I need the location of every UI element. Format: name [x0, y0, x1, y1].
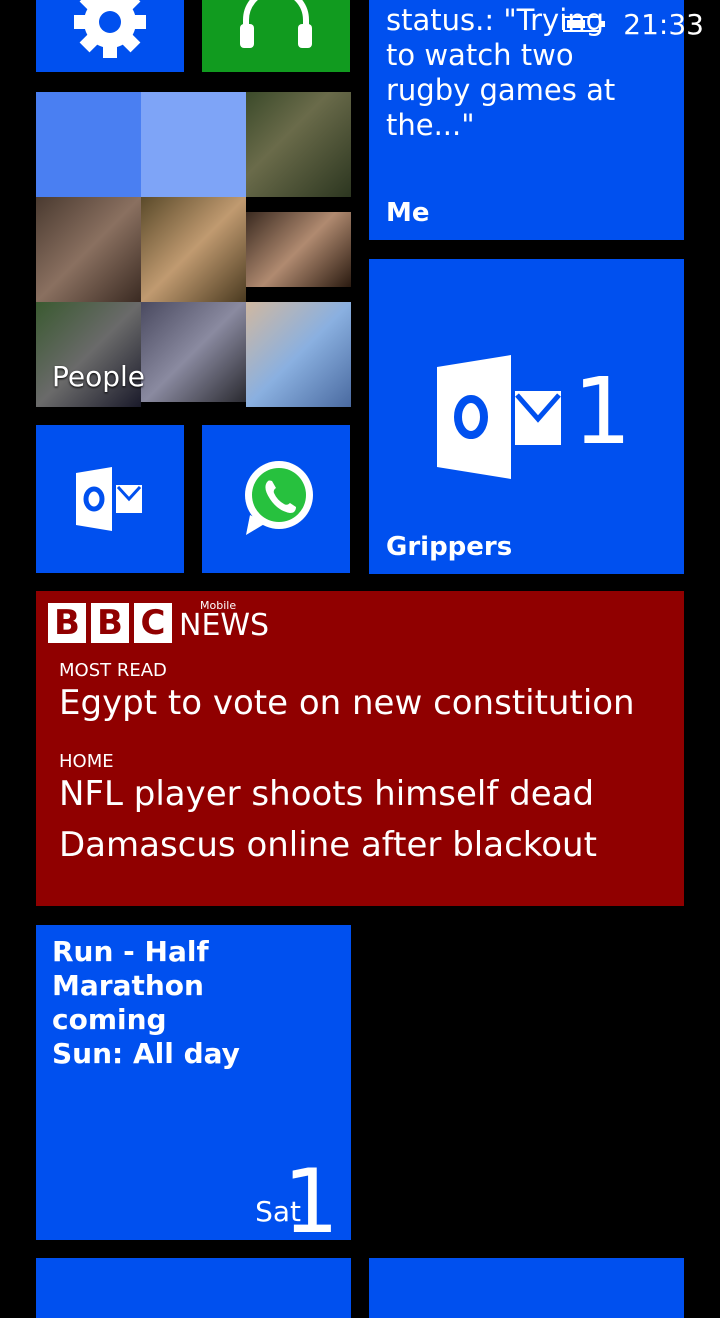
- photo-person: [141, 197, 246, 302]
- calendar-day-number: 1: [283, 1150, 339, 1241]
- photo-person: [36, 197, 141, 302]
- calendar-event: Run - Half Marathon coming Sun: All day: [52, 935, 351, 1071]
- settings-tile[interactable]: [36, 0, 184, 72]
- grippers-tile[interactable]: 1 Grippers: [369, 259, 684, 574]
- whatsapp-tile[interactable]: [202, 425, 350, 573]
- photo-person: [246, 212, 351, 287]
- news-section-label: HOME: [59, 751, 114, 772]
- music-tile[interactable]: [202, 0, 350, 72]
- unread-count: 1: [573, 358, 632, 465]
- bbc-news-tile[interactable]: B B C NEWS Mobile MOST READ Egypt to vot…: [36, 591, 684, 906]
- bbc-logo-letter: B: [91, 603, 129, 643]
- outlook-icon: [437, 355, 561, 479]
- event-time: Sun: All day: [52, 1037, 240, 1070]
- whatsapp-icon: [245, 461, 313, 535]
- news-section-label: MOST READ: [59, 660, 167, 681]
- clock: 21:33: [623, 7, 704, 41]
- people-label: People: [52, 360, 146, 393]
- gear-icon: [74, 0, 146, 58]
- outlook-icon: [76, 467, 142, 531]
- partial-tile[interactable]: [369, 1258, 684, 1318]
- partial-tile[interactable]: [36, 1258, 351, 1318]
- me-label: Me: [386, 198, 430, 228]
- photo-group: [141, 302, 246, 402]
- status-bar: 21:33: [563, 6, 704, 42]
- photo-placeholder: [141, 92, 246, 197]
- bbc-logo-letter: B: [48, 603, 86, 643]
- news-headline: Egypt to vote on new constitution: [59, 683, 635, 723]
- bbc-logo-letter: C: [134, 603, 172, 643]
- people-tile[interactable]: People: [36, 92, 351, 407]
- headphones-icon: [240, 0, 312, 48]
- bbc-logo-news: NEWS: [179, 607, 270, 643]
- photo-placeholder: [36, 92, 141, 197]
- event-title: Run - Half Marathon: [52, 935, 209, 1002]
- news-headline: Damascus online after blackout: [59, 825, 597, 865]
- grippers-label: Grippers: [386, 532, 513, 562]
- bbc-logo-mobile: Mobile: [200, 599, 237, 612]
- event-subtitle: coming: [52, 1003, 167, 1036]
- outlook-tile[interactable]: [36, 425, 184, 573]
- news-headline: NFL player shoots himself dead: [59, 774, 595, 814]
- bbc-news-logo: B B C NEWS Mobile: [48, 599, 270, 643]
- battery-icon: [563, 16, 606, 32]
- calendar-tile[interactable]: Run - Half Marathon coming Sun: All day …: [36, 925, 351, 1240]
- photo-person: [246, 302, 351, 407]
- photo-forest: [246, 92, 351, 197]
